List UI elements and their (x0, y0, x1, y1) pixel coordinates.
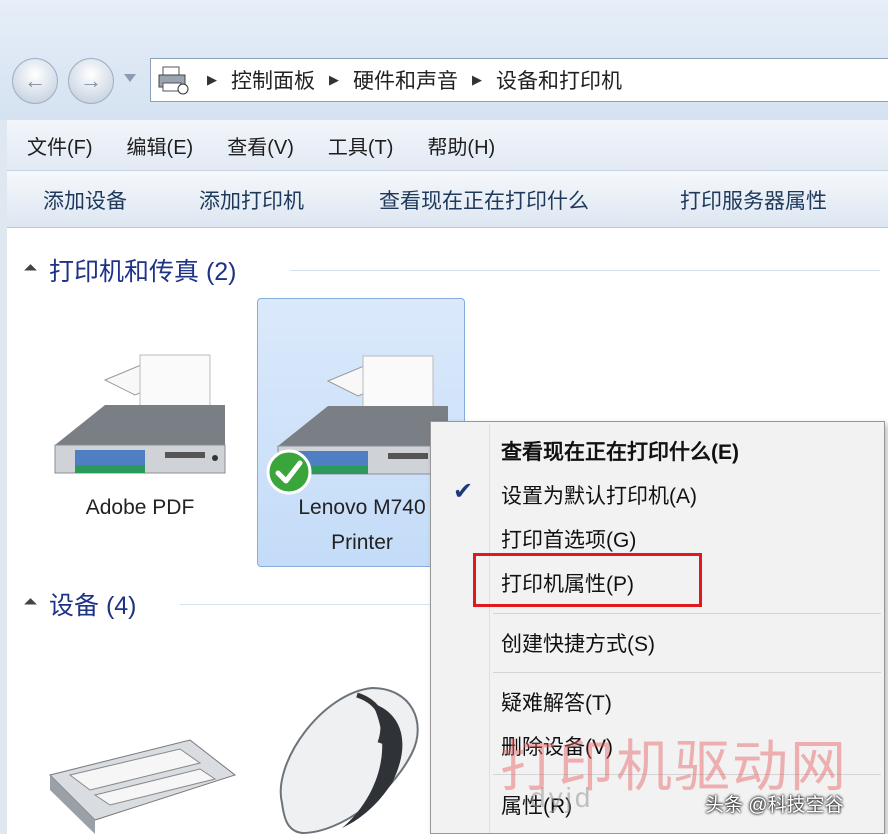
back-button[interactable]: ← (12, 58, 58, 104)
breadcrumb-devices-printers[interactable]: 设备和打印机 (496, 65, 622, 95)
devices-printers-icon (157, 65, 193, 95)
menu-item-create-shortcut[interactable]: 创建快捷方式(S) (501, 628, 655, 658)
printer-label: Adobe PDF (85, 496, 195, 519)
menu-item-troubleshoot[interactable]: 疑难解答(T) (501, 687, 612, 717)
menu-separator (493, 672, 881, 673)
group-divider (180, 604, 430, 605)
menu-item-printing-preferences[interactable]: 打印首选项(G) (501, 524, 636, 554)
address-bar[interactable]: ▶ 控制面板 ▶ 硬件和声音 ▶ 设备和打印机 (150, 58, 888, 102)
printers-group-title: 打印机和传真 (2) (49, 258, 237, 286)
menu-tools[interactable]: 工具(T) (328, 131, 394, 160)
menu-item-set-default-printer[interactable]: 设置为默认打印机(A) (501, 480, 697, 510)
window-left-edge (0, 120, 7, 834)
window: ← → ▶ 控制面板 ▶ 硬件和声音 ▶ 设备和打印机 文件(F) 编辑(E) … (0, 0, 888, 834)
breadcrumb-separator-icon[interactable]: ▶ (472, 72, 482, 88)
forward-arrow-icon: → (80, 68, 102, 93)
breadcrumb-separator-icon[interactable]: ▶ (207, 72, 217, 88)
menu-file[interactable]: 文件(F) (27, 131, 93, 160)
devices-group-header[interactable]: 设备 (4) (24, 586, 137, 622)
menu-item-see-whats-printing[interactable]: 查看现在正在打印什么(E) (501, 436, 739, 466)
devices-group-title: 设备 (4) (49, 592, 137, 620)
printers-group-header[interactable]: 打印机和传真 (2) (24, 252, 237, 288)
menu-gutter (489, 424, 490, 833)
menu-bar: 文件(F) 编辑(E) 查看(V) 工具(T) 帮助(H) (7, 120, 888, 171)
watermark-url: dyjd (530, 782, 594, 813)
add-printer-button[interactable]: 添加打印机 (199, 185, 304, 215)
printer-icon (54, 354, 226, 474)
back-arrow-icon: ← (24, 68, 46, 93)
default-printer-check-icon (266, 449, 312, 495)
command-bar: 添加设备 添加打印机 查看现在正在打印什么 打印服务器属性 (7, 171, 888, 228)
breadcrumb-separator-icon[interactable]: ▶ (329, 72, 339, 88)
menu-separator (493, 613, 881, 614)
menu-view[interactable]: 查看(V) (227, 131, 294, 160)
keyboard-device-icon[interactable] (40, 735, 240, 834)
collapse-triangle-icon (24, 263, 37, 277)
navigation-bar: ← → ▶ 控制面板 ▶ 硬件和声音 ▶ 设备和打印机 (0, 0, 888, 120)
breadcrumb-hardware-sound[interactable]: 硬件和声音 (353, 65, 458, 95)
red-highlight-box (473, 553, 702, 607)
recent-pages-dropdown-icon[interactable] (124, 74, 136, 82)
checkmark-icon: ✔ (453, 478, 474, 505)
menu-edit[interactable]: 编辑(E) (127, 131, 194, 160)
group-divider (290, 270, 880, 271)
source-caption: 头条 @科技空谷 (705, 795, 844, 816)
breadcrumb-control-panel[interactable]: 控制面板 (231, 65, 315, 95)
printer-item-adobe-pdf[interactable]: Adobe PDF (40, 350, 240, 530)
print-server-properties-button[interactable]: 打印服务器属性 (680, 185, 827, 215)
forward-button[interactable]: → (68, 58, 114, 104)
see-whats-printing-button[interactable]: 查看现在正在打印什么 (379, 185, 589, 215)
add-device-button[interactable]: 添加设备 (43, 185, 127, 215)
mouse-device-icon[interactable] (262, 683, 432, 834)
menu-help[interactable]: 帮助(H) (427, 131, 495, 160)
collapse-triangle-icon (24, 597, 37, 611)
